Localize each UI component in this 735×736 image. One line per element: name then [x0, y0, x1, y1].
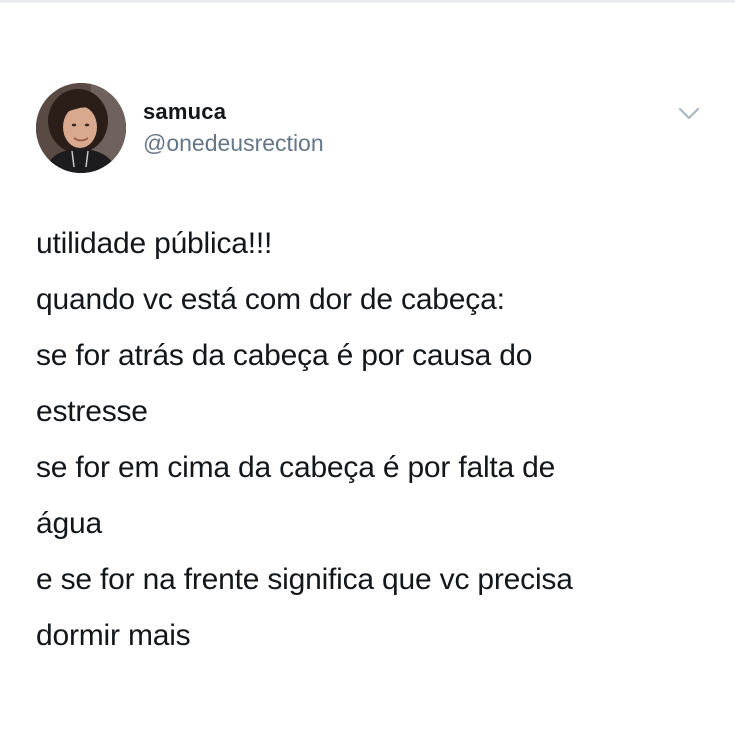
- avatar[interactable]: [36, 83, 126, 173]
- tweet-text: utilidade pública!!! quando vc está com …: [36, 216, 716, 664]
- tweet-line: e se for na frente significa que vc prec…: [36, 563, 573, 596]
- tweet-line: se for em cima da cabeça é por falta de: [36, 451, 556, 484]
- tweet-line: utilidade pública!!!: [36, 227, 273, 260]
- user-handle[interactable]: @onedeusrection: [143, 130, 324, 157]
- top-divider: [0, 0, 735, 3]
- avatar-image: [36, 83, 126, 173]
- tweet-line: água: [36, 507, 102, 540]
- chevron-down-icon[interactable]: [676, 105, 702, 123]
- display-name[interactable]: samuca: [143, 99, 226, 125]
- tweet-header: samuca @onedeusrection: [36, 83, 706, 175]
- tweet-line: estresse: [36, 395, 148, 428]
- tweet-line: quando vc está com dor de cabeça:: [36, 283, 505, 316]
- tweet-line: se for atrás da cabeça é por causa do: [36, 339, 533, 372]
- tweet-line: dormir mais: [36, 619, 191, 652]
